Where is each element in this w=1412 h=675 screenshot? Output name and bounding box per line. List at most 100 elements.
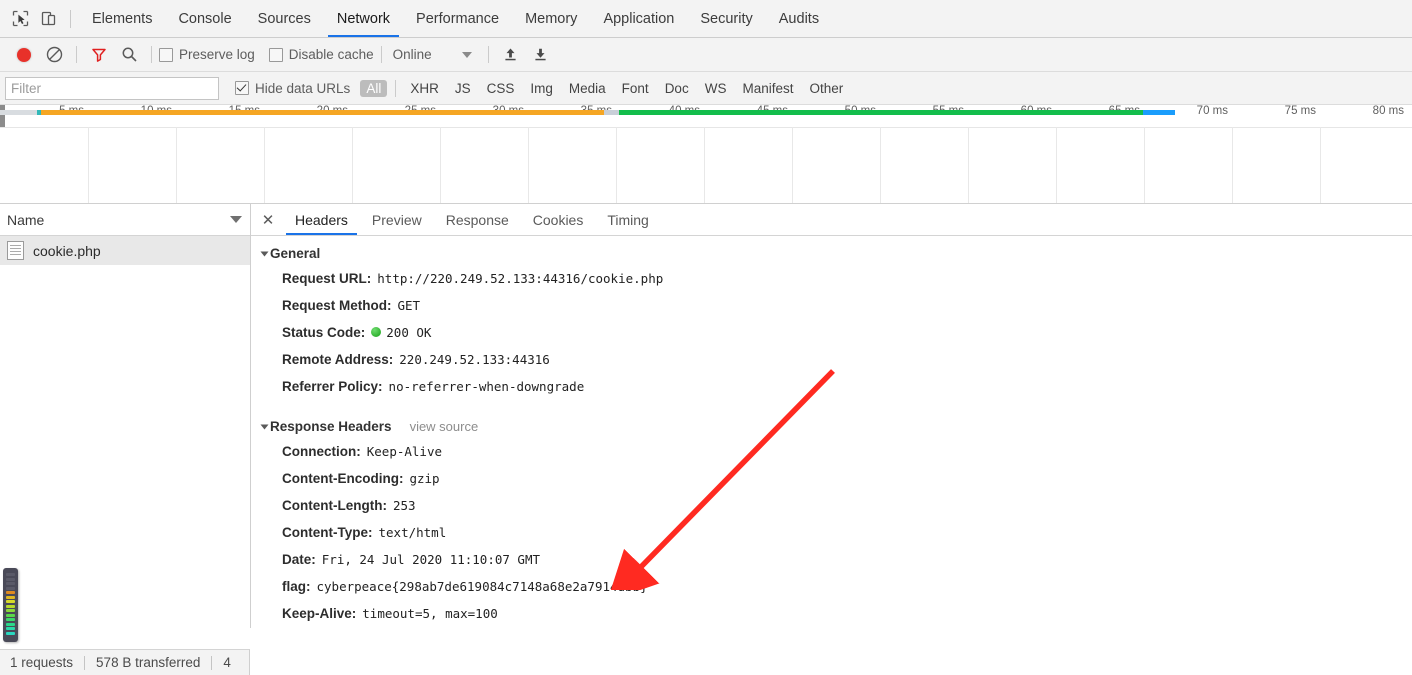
- tick-80ms: 80 ms: [1372, 105, 1404, 117]
- table-row[interactable]: cookie.php: [0, 236, 250, 265]
- status-divider-1: [84, 655, 86, 670]
- header-name: Request URL:: [282, 271, 372, 286]
- type-filter-js[interactable]: JS: [449, 80, 477, 97]
- search-button[interactable]: [114, 42, 144, 68]
- disable-cache-checkbox[interactable]: Disable cache: [268, 47, 374, 62]
- waterfall-receiving: [1143, 110, 1175, 115]
- header-value: gzip: [409, 471, 440, 486]
- cursor-inspect-icon[interactable]: [6, 5, 34, 33]
- status-ok-icon: [371, 327, 382, 337]
- type-filter-img[interactable]: Img: [524, 80, 559, 97]
- header-value: timeout=5, max=100: [362, 606, 498, 621]
- type-filter-ws[interactable]: WS: [699, 80, 733, 97]
- upload-arrow-icon: [505, 48, 516, 61]
- tab-console[interactable]: Console: [165, 1, 244, 37]
- response-headers-section-header[interactable]: Response Headers view source: [251, 415, 1412, 438]
- tab-memory[interactable]: Memory: [512, 1, 590, 37]
- tab-application-label: Application: [603, 10, 675, 27]
- filter-input[interactable]: [5, 76, 219, 100]
- requests-column-header[interactable]: Name: [0, 204, 250, 236]
- header-value: text/html: [378, 525, 447, 540]
- chevron-down-icon[interactable]: [461, 51, 472, 58]
- equalizer-bars: [6, 573, 15, 638]
- tab-response[interactable]: Response: [434, 205, 521, 235]
- header-name: Referrer Policy:: [282, 379, 383, 394]
- tab-sources[interactable]: Sources: [245, 1, 324, 37]
- tab-security[interactable]: Security: [687, 1, 765, 37]
- headers-content: General Request URL: http://220.249.52.1…: [251, 236, 1412, 628]
- devtools-window: Elements Console Sources Network Perform…: [0, 0, 1412, 675]
- header-value: 220.249.52.133:44316: [399, 352, 550, 367]
- type-filter-other[interactable]: Other: [803, 80, 849, 97]
- record-icon: [17, 47, 31, 62]
- request-name: cookie.php: [33, 242, 101, 259]
- detail-bottom-strip: [250, 667, 1412, 675]
- import-har-button[interactable]: [496, 42, 526, 68]
- type-filter-font[interactable]: Font: [616, 80, 655, 97]
- device-toolbar-icon[interactable]: [34, 5, 62, 33]
- tab-performance[interactable]: Performance: [403, 1, 512, 37]
- record-button[interactable]: [9, 42, 39, 68]
- tick-75ms: 75 ms: [1284, 105, 1316, 117]
- floating-equalizer-widget[interactable]: [3, 568, 18, 642]
- network-overview[interactable]: 5 ms 10 ms 15 ms 20 ms 25 ms 30 ms 35 ms…: [0, 105, 1412, 204]
- network-status-bar: 1 requests 578 B transferred 4: [0, 649, 250, 675]
- tab-application[interactable]: Application: [590, 1, 687, 37]
- tab-preview-label: Preview: [371, 211, 422, 228]
- response-row-date: Date: Fri, 24 Jul 2020 11:10:07 GMT: [251, 546, 1412, 573]
- header-name: Content-Encoding:: [282, 471, 404, 486]
- close-icon[interactable]: ✕: [257, 209, 279, 231]
- hide-data-urls-checkbox[interactable]: Hide data URLs: [235, 81, 350, 96]
- network-filter-bar: Hide data URLs All XHR JS CSS Img Media …: [0, 72, 1412, 105]
- tabstrip-divider: [70, 9, 71, 28]
- flag-value[interactable]: cyberpeace{298ab7de619084c7148a68e2a7914…: [317, 577, 648, 596]
- document-icon: [7, 241, 24, 260]
- header-name: Connection:: [282, 444, 361, 459]
- waterfall-queueing: [0, 110, 37, 115]
- response-row-content-type: Content-Type: text/html: [251, 519, 1412, 546]
- filter-funnel-button[interactable]: [84, 42, 114, 68]
- chevron-down-icon[interactable]: [230, 216, 242, 223]
- type-filter-media[interactable]: Media: [563, 80, 612, 97]
- general-row-status-code: Status Code: 200 OK: [251, 319, 1412, 346]
- hide-data-urls-box: [235, 81, 249, 95]
- toolbar-divider-1: [76, 46, 77, 63]
- disclosure-triangle-icon: [260, 424, 269, 430]
- tab-network[interactable]: Network: [324, 1, 403, 37]
- header-value: Keep-Alive: [366, 444, 443, 459]
- tab-audits-label: Audits: [778, 10, 820, 27]
- type-filter-xhr[interactable]: XHR: [404, 80, 445, 97]
- tab-audits[interactable]: Audits: [766, 1, 832, 37]
- clear-button[interactable]: [39, 42, 69, 68]
- tick-25ms: 25 ms: [352, 105, 440, 127]
- tab-preview[interactable]: Preview: [360, 205, 434, 235]
- tick-50ms: 50 ms: [792, 105, 880, 127]
- tick-20ms: 20 ms: [264, 105, 352, 127]
- tab-elements[interactable]: Elements: [79, 1, 165, 37]
- type-filter-all[interactable]: All: [360, 79, 388, 97]
- type-filter-css[interactable]: CSS: [481, 80, 521, 97]
- tick-40ms: 40 ms: [616, 105, 704, 127]
- type-filter-manifest[interactable]: Manifest: [736, 80, 799, 97]
- preserve-log-label: Preserve log: [179, 47, 255, 62]
- tab-security-label: Security: [700, 10, 753, 27]
- header-name: Content-Type:: [282, 525, 373, 540]
- disclosure-triangle-icon: [260, 251, 269, 257]
- export-har-button[interactable]: [526, 42, 556, 68]
- type-filter-doc[interactable]: Doc: [659, 80, 695, 97]
- general-section-header[interactable]: General: [251, 242, 1412, 265]
- toolbar-divider-2: [151, 46, 152, 63]
- tab-timing[interactable]: Timing: [595, 205, 661, 235]
- view-source-link[interactable]: view source: [410, 419, 479, 434]
- tab-cookies[interactable]: Cookies: [521, 205, 596, 235]
- tick-70ms: 70 ms: [1196, 105, 1228, 117]
- preserve-log-checkbox[interactable]: Preserve log: [159, 47, 255, 62]
- tab-performance-label: Performance: [416, 10, 500, 27]
- network-toolbar: Preserve log Disable cache Online: [0, 38, 1412, 72]
- header-value[interactable]: http://220.249.52.133:44316/cookie.php: [377, 269, 663, 288]
- throttling-select[interactable]: Online: [389, 47, 436, 62]
- header-value: no-referrer-when-downgrade: [388, 379, 585, 394]
- download-arrow-icon: [535, 48, 546, 61]
- tab-console-label: Console: [178, 10, 232, 27]
- tab-headers[interactable]: Headers: [283, 205, 360, 235]
